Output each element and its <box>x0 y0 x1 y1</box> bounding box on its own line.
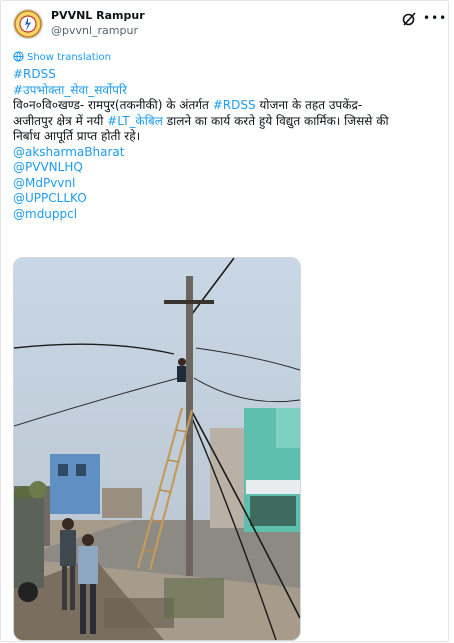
post-line-2-end: डालने का कार्य करते हुये विद्युत कार्मिक… <box>162 113 389 128</box>
mention-pvvnlhq[interactable]: @PVVNLHQ <box>13 160 433 176</box>
post-line-1: वि०न०वि०खण्ड- रामपुर(तकनीकी) के अंतर्गत … <box>13 98 433 114</box>
post-card: PVVNL Rampur @pvvnl_rampur ••• Show tran… <box>0 0 449 642</box>
show-translation-label: Show translation <box>27 52 111 63</box>
mention-aksharmabharat[interactable]: @aksharmaBharat <box>13 145 433 161</box>
more-icon[interactable]: ••• <box>423 11 446 27</box>
avatar-logo <box>14 10 42 38</box>
post-photo[interactable] <box>13 257 301 641</box>
translate-icon <box>13 51 24 62</box>
hashtag-upbhokta[interactable]: #उपभोक्ता_सेवा_सर्वोपरि <box>13 83 433 99</box>
account-handle[interactable]: @pvvnl_rampur <box>51 24 138 37</box>
photo-scene <box>14 258 300 640</box>
show-translation-link[interactable]: Show translation <box>13 51 111 63</box>
post-line-2: अजीतपुर क्षेत्र में नयी #LT_केबिल डालने … <box>13 114 433 130</box>
mention-mdpvvnl[interactable]: @MdPvvnl <box>13 176 433 192</box>
grok-icon[interactable] <box>401 11 417 27</box>
post-text: #RDSS #उपभोक्ता_सेवा_सर्वोपरि वि०न०वि०खण… <box>13 67 433 222</box>
account-name[interactable]: PVVNL Rampur <box>51 9 145 22</box>
post-line-2-start: अजीतपुर क्षेत्र में नयी <box>13 113 108 128</box>
hashtag-rdss[interactable]: #RDSS <box>13 67 433 83</box>
post-line-3: निर्बाध आपूर्ति प्राप्त होती रहे। <box>13 129 141 143</box>
mention-mduppcl[interactable]: @mduppcl <box>13 207 433 223</box>
mention-uppcllko[interactable]: @UPPCLLKO <box>13 191 433 207</box>
inline-hashtag-lt-cable[interactable]: #LT_केबिल <box>107 114 163 128</box>
avatar[interactable] <box>13 9 43 39</box>
post-line-1-start: वि०न०वि०खण्ड- रामपुर(तकनीकी) के अंतर्गत <box>13 98 213 112</box>
post-line-1-end: योजना के तहत उपकेंद्र- <box>255 98 363 112</box>
inline-hashtag-rdss[interactable]: #RDSS <box>213 98 256 112</box>
post-header: PVVNL Rampur @pvvnl_rampur ••• <box>13 7 446 41</box>
